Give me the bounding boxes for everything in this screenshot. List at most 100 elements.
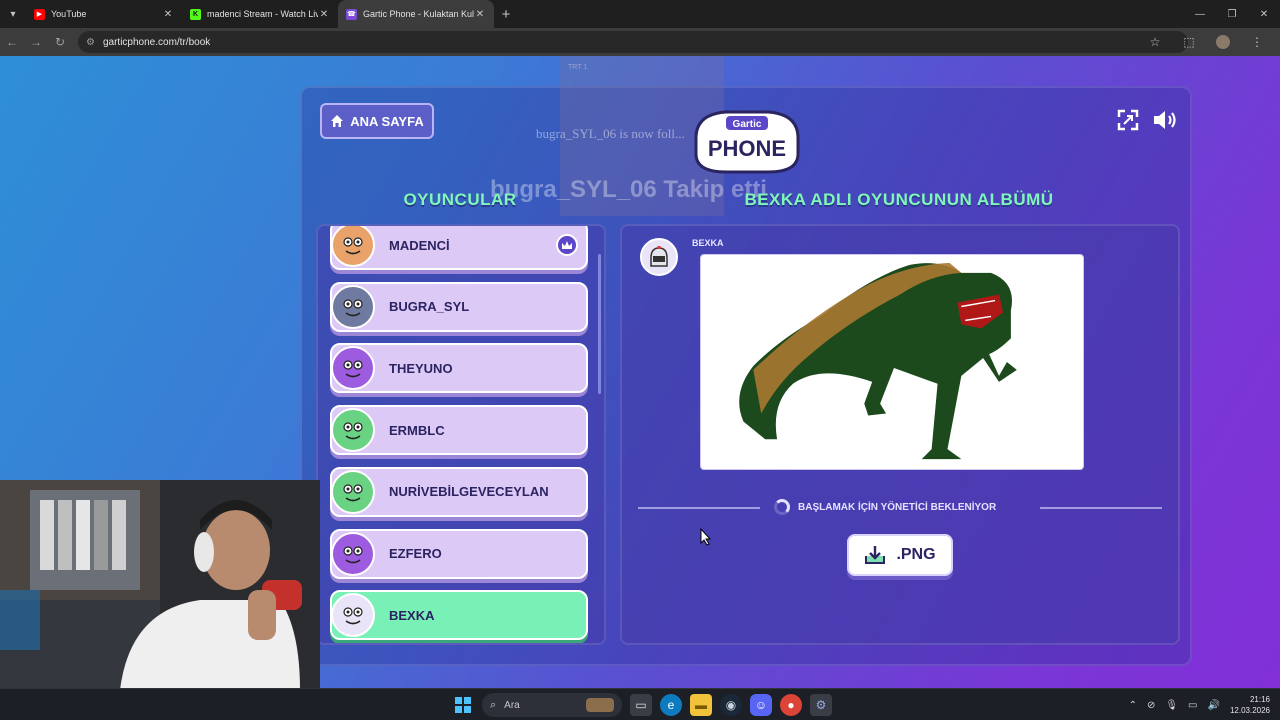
volume-icon[interactable] bbox=[1152, 108, 1180, 132]
divider bbox=[1040, 507, 1162, 509]
system-tray: ⌃ ⊘ 🎙 ▭ 🔊 21:16 12.03.2026 bbox=[1129, 689, 1270, 720]
logo-top-text: Gartic bbox=[733, 119, 762, 130]
address-bar: ← → ↻ ⚙ garticphone.com/tr/book ☆ ⬚ ⋮ bbox=[0, 28, 1280, 56]
player-row[interactable]: THEYUNO bbox=[330, 343, 588, 394]
player-name: NURİVEBİLGEVECEYLAN bbox=[389, 484, 549, 500]
stream-follow-alert: bugra_SYL_06 is now foll... bbox=[536, 126, 685, 141]
album-heading: BEXKA ADLI OYUNCUNUN ALBÜMÜ bbox=[744, 190, 1054, 209]
webcam-feed bbox=[0, 480, 320, 690]
waiting-status: BAŞLAMAK İÇİN YÖNETİCİ BEKLENİYOR bbox=[774, 499, 996, 515]
divider bbox=[638, 507, 760, 509]
player-avatar bbox=[331, 346, 375, 391]
forward-icon[interactable]: → bbox=[24, 35, 48, 49]
player-avatar bbox=[331, 408, 375, 453]
tab-title: madenci Stream - Watch Live o bbox=[207, 9, 318, 19]
tray-overflow-icon[interactable]: ⌃ bbox=[1129, 700, 1137, 711]
display-icon[interactable]: ▭ bbox=[1188, 700, 1197, 711]
host-crown-icon bbox=[556, 234, 578, 256]
top-right-controls bbox=[1116, 108, 1180, 132]
profile-avatar[interactable] bbox=[1216, 35, 1230, 49]
close-icon[interactable]: ✕ bbox=[162, 9, 174, 20]
player-row[interactable]: ERMBLC bbox=[330, 405, 588, 456]
player-avatar bbox=[331, 284, 375, 329]
download-icon bbox=[865, 546, 886, 564]
settings-app-icon[interactable]: ⚙ bbox=[810, 694, 832, 716]
download-png-label: .PNG bbox=[896, 546, 936, 563]
discord-icon[interactable]: ☺ bbox=[750, 694, 772, 716]
player-name: BUGRA_SYL bbox=[389, 299, 470, 315]
players-panel: MADENCİ BUGRA_SYL THEYUNO ERMBLC NURİVEBİLGE… bbox=[316, 224, 606, 645]
new-tab-icon[interactable]: + bbox=[494, 6, 518, 23]
search-placeholder: Ara bbox=[504, 699, 520, 711]
home-button[interactable]: ANA SAYFA bbox=[320, 103, 434, 139]
gartic-phone-logo: Gartic PHONE bbox=[694, 110, 800, 174]
microphone-icon[interactable]: 🎙 bbox=[1165, 700, 1178, 711]
close-icon[interactable]: ✕ bbox=[318, 9, 330, 20]
speaker-icon[interactable]: 🔊 bbox=[1208, 700, 1220, 711]
player-avatar bbox=[331, 593, 375, 638]
close-icon[interactable]: ✕ bbox=[474, 9, 486, 20]
task-view-icon[interactable]: ▭ bbox=[630, 694, 652, 716]
tab-search-icon[interactable]: ▾ bbox=[0, 0, 26, 28]
taskbar-apps: ⌕ Ara ▭ e ▬ ◉ ☺ ● ⚙ bbox=[452, 689, 832, 720]
knight-avatar-icon bbox=[650, 246, 668, 267]
player-row[interactable]: NURİVEBİLGEVECEYLAN bbox=[330, 466, 588, 517]
menu-dots-icon[interactable]: ⋮ bbox=[1240, 35, 1274, 49]
url-text: garticphone.com/tr/book bbox=[102, 36, 211, 48]
player-name: EZFERO bbox=[389, 546, 442, 561]
clock-date: 12.03.2026 bbox=[1229, 706, 1270, 715]
window-controls: — ❐ ✕ bbox=[1184, 0, 1280, 28]
browser-tab-strip: ▾ ▶ YouTube ✕ K madenci Stream - Watch L… bbox=[0, 0, 1280, 28]
toolbar-actions: ☆ ⬚ ⋮ bbox=[1138, 28, 1274, 56]
edge-browser-icon[interactable]: e bbox=[660, 694, 682, 716]
home-button-label: ANA SAYFA bbox=[350, 113, 424, 129]
author-avatar bbox=[640, 238, 678, 276]
tab-youtube[interactable]: ▶ YouTube ✕ bbox=[26, 0, 182, 28]
fullscreen-icon[interactable] bbox=[1116, 108, 1140, 132]
player-row[interactable]: MADENCİ bbox=[330, 226, 588, 270]
restore-icon[interactable]: ❐ bbox=[1216, 0, 1248, 28]
logo-bottom-text: PHONE bbox=[708, 136, 786, 161]
clock-time: 21:16 bbox=[1249, 695, 1270, 704]
mouse-cursor-icon bbox=[700, 528, 712, 546]
players-scrollbar[interactable] bbox=[598, 254, 601, 394]
player-row[interactable]: EZFERO bbox=[330, 528, 588, 579]
tab-title: YouTube bbox=[51, 9, 87, 19]
players-heading: OYUNCULAR bbox=[403, 190, 517, 209]
tab-gartic-phone[interactable]: ☎ Gartic Phone - Kulaktan Kulağa ✕ bbox=[338, 0, 494, 28]
player-name: MADENCİ bbox=[389, 237, 450, 253]
search-icon: ⌕ bbox=[490, 698, 497, 711]
player-row[interactable]: BUGRA_SYL bbox=[330, 281, 588, 332]
player-avatar bbox=[331, 226, 375, 267]
player-name: ERMBLC bbox=[389, 422, 445, 438]
bookmark-star-icon[interactable]: ☆ bbox=[1138, 35, 1172, 49]
player-name: THEYUNO bbox=[389, 360, 453, 376]
windows-start-icon[interactable] bbox=[452, 694, 474, 716]
download-png-button[interactable]: .PNG bbox=[847, 534, 953, 576]
gartic-favicon-icon: ☎ bbox=[346, 8, 357, 20]
taskbar-clock[interactable]: 21:16 12.03.2026 bbox=[1230, 694, 1270, 716]
chrome-icon[interactable]: ● bbox=[780, 694, 802, 716]
taskbar-search-input[interactable]: ⌕ Ara bbox=[482, 693, 622, 717]
author-name: BEXKA bbox=[692, 238, 724, 248]
minimize-icon[interactable]: — bbox=[1184, 0, 1216, 28]
loading-spinner-icon bbox=[774, 499, 790, 515]
site-info-icon[interactable]: ⚙ bbox=[86, 37, 95, 48]
reload-icon[interactable]: ↻ bbox=[48, 35, 72, 49]
home-icon bbox=[331, 115, 344, 127]
steam-icon[interactable]: ◉ bbox=[720, 694, 742, 716]
player-row[interactable]: BEXKA bbox=[330, 590, 588, 641]
file-explorer-icon[interactable]: ▬ bbox=[690, 694, 712, 716]
player-name: BEXKA bbox=[389, 607, 435, 623]
network-off-icon[interactable]: ⊘ bbox=[1147, 700, 1155, 711]
tab-title: Gartic Phone - Kulaktan Kulağa bbox=[363, 9, 474, 19]
waiting-text: BAŞLAMAK İÇİN YÖNETİCİ BEKLENİYOR bbox=[798, 501, 997, 513]
url-input[interactable]: ⚙ garticphone.com/tr/book bbox=[78, 31, 1188, 53]
player-avatar bbox=[331, 469, 375, 514]
extensions-icon[interactable]: ⬚ bbox=[1172, 35, 1206, 49]
back-icon[interactable]: ← bbox=[0, 35, 24, 49]
tab-kick-stream[interactable]: K madenci Stream - Watch Live o ✕ bbox=[182, 0, 338, 28]
windows-taskbar: ⌕ Ara ▭ e ▬ ◉ ☺ ● ⚙ ⌃ ⊘ 🎙 ▭ 🔊 21:16 12.0… bbox=[0, 688, 1280, 720]
search-highlight-icon bbox=[586, 698, 614, 712]
close-window-icon[interactable]: ✕ bbox=[1248, 0, 1280, 28]
